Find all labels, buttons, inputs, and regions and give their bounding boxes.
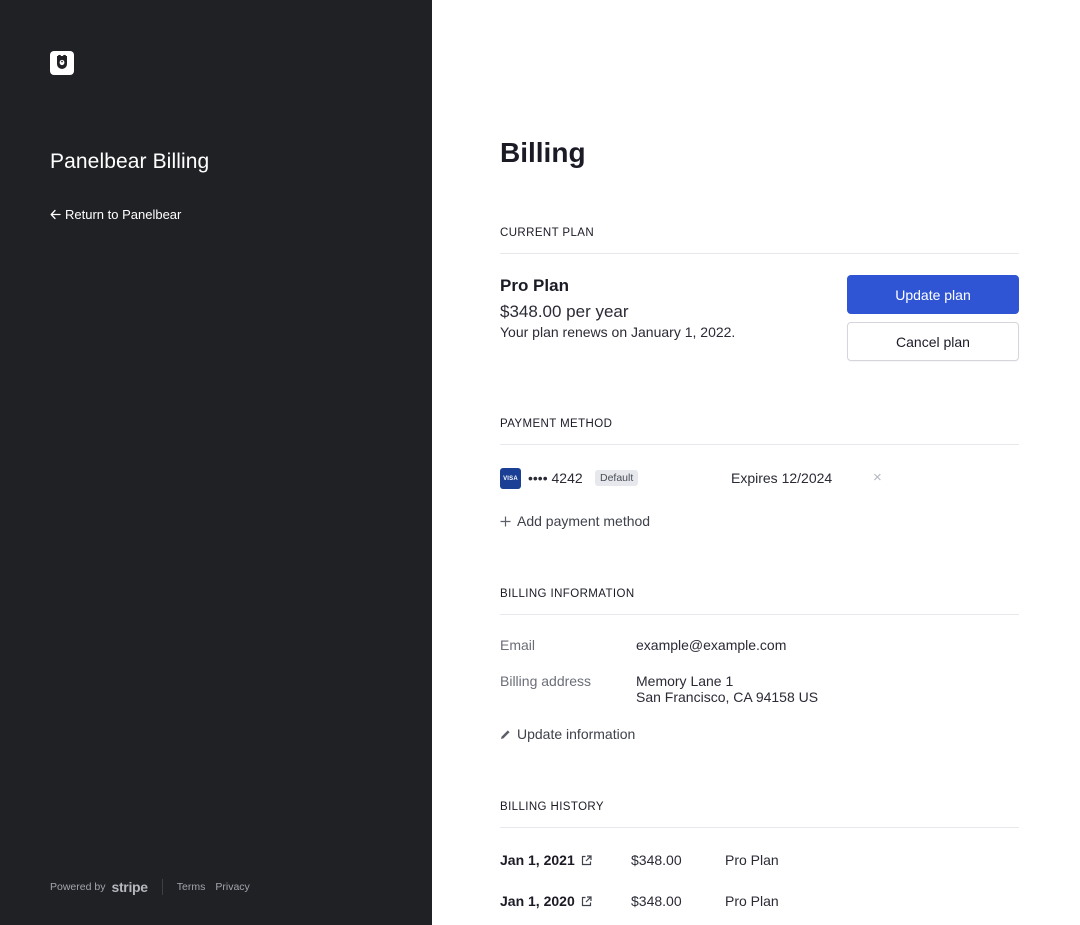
billing-information-heading: BILLING INFORMATION <box>500 588 1019 615</box>
email-value: example@example.com <box>636 637 787 653</box>
history-row: Jan 1, 2021 $348.00 Pro Plan <box>500 852 1019 872</box>
invoice-plan: Pro Plan <box>725 852 779 868</box>
arrow-left-icon <box>50 209 61 220</box>
footer-divider <box>161 879 163 895</box>
bear-shield-icon[interactable] <box>50 51 74 75</box>
card-expiry: Expires 12/2024 <box>731 470 833 486</box>
powered-by-label: Powered by <box>50 881 106 893</box>
update-plan-button[interactable]: Update plan <box>847 275 1019 314</box>
payment-card-row: VISA •••• 4242 Default Expires 12/2024 × <box>500 468 1019 490</box>
default-badge: Default <box>595 470 639 486</box>
terms-link[interactable]: Terms <box>177 881 206 893</box>
billing-address-value: Memory Lane 1 San Francisco, CA 94158 US <box>636 673 818 705</box>
plus-icon <box>500 516 511 526</box>
billing-history-heading: BILLING HISTORY <box>500 801 1019 828</box>
plan-name: Pro Plan <box>500 276 569 295</box>
stripe-logo: stripe <box>111 879 148 895</box>
address-line-1: Memory Lane 1 <box>636 673 734 689</box>
update-information-label: Update information <box>517 726 636 742</box>
pencil-icon <box>501 729 510 739</box>
card-digits: •••• 4242 <box>528 470 583 486</box>
invoice-amount: $348.00 <box>631 893 682 909</box>
invoice-link[interactable]: Jan 1, 2020 <box>500 893 592 909</box>
history-row: Jan 1, 2020 $348.00 Pro Plan <box>500 893 1019 913</box>
invoice-date: Jan 1, 2021 <box>500 852 575 868</box>
page-title: Billing <box>500 137 586 168</box>
invoice-amount: $348.00 <box>631 852 682 868</box>
visa-card-icon: VISA <box>500 468 521 489</box>
billing-address-label: Billing address <box>500 673 592 689</box>
remove-card-icon[interactable]: × <box>873 469 882 486</box>
email-label: Email <box>500 637 536 653</box>
brand-title: Panelbear Billing <box>50 150 210 173</box>
add-payment-method-label: Add payment method <box>517 513 651 529</box>
add-payment-method-link[interactable]: Add payment method <box>500 513 650 529</box>
invoice-link[interactable]: Jan 1, 2021 <box>500 852 592 868</box>
return-link[interactable]: Return to Panelbear <box>50 207 181 222</box>
sidebar: Panelbear Billing Return to Panelbear Po… <box>0 0 432 925</box>
plan-renewal: Your plan renews on January 1, 2022. <box>500 324 736 340</box>
powered-by[interactable]: Powered by stripe <box>50 879 148 895</box>
external-link-icon <box>581 895 592 906</box>
privacy-link[interactable]: Privacy <box>215 881 249 893</box>
current-plan-heading: CURRENT PLAN <box>500 227 1019 254</box>
external-link-icon <box>581 854 592 865</box>
cancel-plan-button[interactable]: Cancel plan <box>847 322 1019 361</box>
update-information-link[interactable]: Update information <box>500 726 635 742</box>
invoice-date: Jan 1, 2020 <box>500 893 575 909</box>
address-line-2: San Francisco, CA 94158 US <box>636 689 819 705</box>
return-link-label: Return to Panelbear <box>65 207 182 222</box>
payment-method-heading: PAYMENT METHOD <box>500 418 1019 445</box>
plan-price: $348.00 per year <box>500 302 629 321</box>
invoice-plan: Pro Plan <box>725 893 779 909</box>
sidebar-footer: Powered by stripe Terms Privacy <box>50 879 260 895</box>
